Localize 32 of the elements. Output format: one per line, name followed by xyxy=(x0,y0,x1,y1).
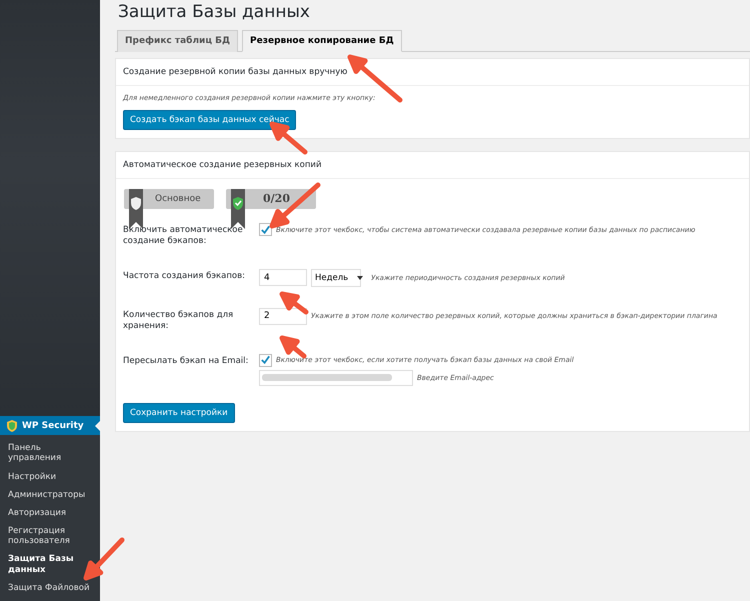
checkbox[interactable] xyxy=(259,354,272,367)
panel-heading: Автоматическое создание резервных копий xyxy=(116,152,749,179)
tab[interactable]: Префикс таблиц БД xyxy=(117,30,238,52)
caret-icon xyxy=(357,276,364,280)
backup-now-button[interactable]: Создать бэкап базы данных сейчас xyxy=(123,110,296,130)
shield-icon xyxy=(7,420,17,432)
email-input[interactable] xyxy=(259,370,413,386)
field-label: Количество бэкапов для хранения: xyxy=(123,308,234,333)
field-label: Включить автоматическое создание бэкапов: xyxy=(123,224,244,248)
field-label: Пересылать бэкап на Email: xyxy=(123,354,250,368)
annotation-arrow xyxy=(270,122,308,154)
period-select[interactable]: Недель xyxy=(311,268,362,287)
field-label: Частота создания бэкапов: xyxy=(123,270,246,283)
annotation-arrow xyxy=(280,336,306,358)
number-input[interactable]: 4 xyxy=(259,269,307,286)
submenu-item[interactable]: Защита Файловой xyxy=(0,578,100,597)
check-ribbon-icon xyxy=(231,189,245,229)
submenu-item[interactable]: Защита Базы данных xyxy=(0,550,100,579)
submenu-item[interactable]: Панель управления xyxy=(0,439,100,468)
submenu-item[interactable]: Регистрация пользователя xyxy=(0,522,100,550)
annotation-arrow xyxy=(348,54,402,102)
save-settings-button[interactable]: Сохранить настройки xyxy=(123,402,235,423)
submenu-item[interactable]: Настройки xyxy=(0,468,100,486)
submenu-item[interactable]: Администраторы xyxy=(0,486,100,504)
plugin-menu-item[interactable]: WP Security xyxy=(0,416,100,436)
annotation-arrow xyxy=(84,538,124,580)
submenu-item[interactable]: Авторизация xyxy=(0,504,100,522)
checkbox[interactable] xyxy=(259,223,272,236)
tab[interactable]: Резервное копирование БД xyxy=(242,30,402,52)
annotation-arrow xyxy=(280,292,308,314)
number-input[interactable]: 2 xyxy=(259,308,307,325)
page-title: Защита Базы данных xyxy=(118,2,311,22)
